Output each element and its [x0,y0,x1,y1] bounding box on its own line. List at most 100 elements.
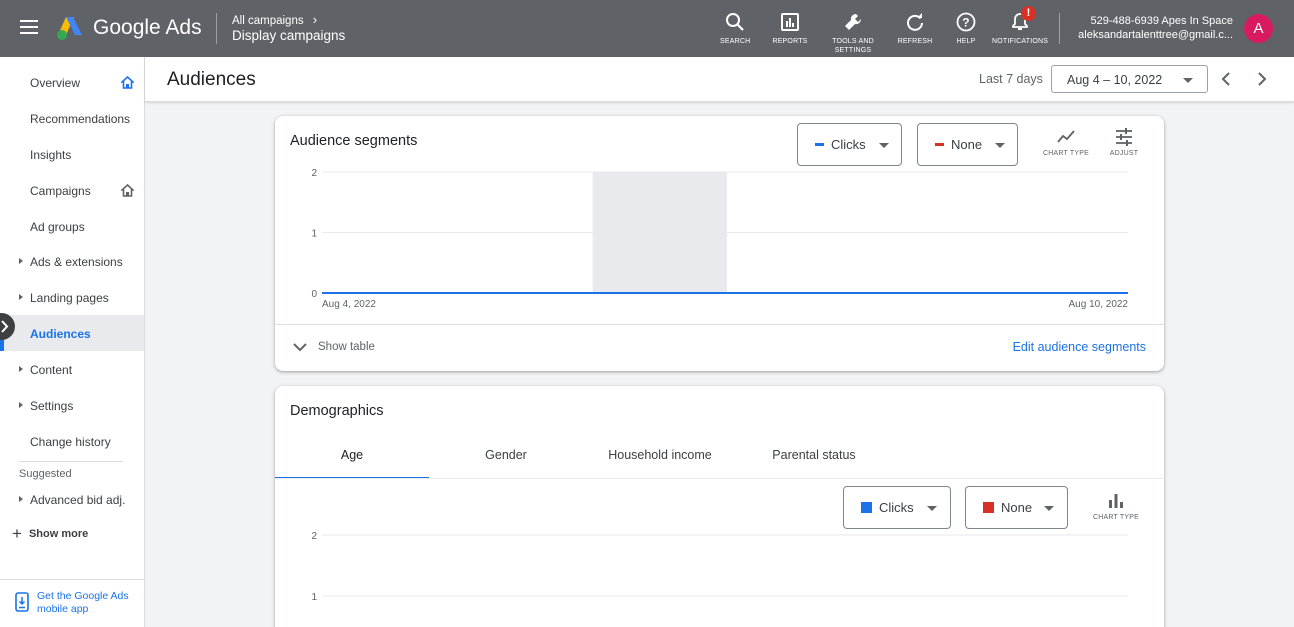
wrench-icon [845,13,862,30]
demographics-chart: 21 [311,531,1128,603]
line-chart-icon [1057,130,1075,143]
sidebar-item-advanced-bid-adj[interactable]: Advanced bid adj. [0,481,144,517]
brand-divider [216,13,217,44]
reports-icon [781,13,799,31]
y-tick-label: 1 [311,592,317,603]
metric-selector-2[interactable]: None [917,123,1018,166]
date-range-picker[interactable]: Aug 4 – 10, 2022 [1051,65,1208,93]
mobile-phone-icon [15,592,29,612]
dropdown-caret-icon [927,506,937,511]
help-tool-label: HELP [956,38,976,45]
chart-type-button[interactable]: CHART TYPE [1041,128,1091,157]
google-ads-logo [57,17,82,40]
chart-type-label: CHART TYPE [1093,514,1139,521]
show-more-button[interactable]: + Show more [12,524,88,544]
dropdown-caret-icon [1183,78,1193,83]
chevron-down-icon[interactable] [292,341,308,353]
tools-settings-label-line2: SETTINGS [834,47,872,54]
adjust-label: ADJUST [1109,150,1139,157]
audience-segments-card: Audience segments Clicks None CHART TYPE… [275,116,1164,371]
chevron-right-icon[interactable] [1255,71,1269,87]
refresh-tool[interactable]: REFRESH [897,12,933,46]
metric-label: None [951,137,983,152]
expand-caret-icon [19,496,23,502]
refresh-icon [907,13,923,31]
sidebar-item-label: Ad groups [30,220,85,234]
breadcrumb-parent[interactable]: All campaigns › [232,12,317,27]
metric-label: Clicks [831,137,866,152]
search-icon [726,13,744,31]
sidebar-item-change-history[interactable]: Change history [0,423,144,459]
tabs-divider [275,478,1164,479]
metric-selector-2[interactable]: None [965,486,1068,529]
sidebar-item-landing-pages[interactable]: Landing pages [0,279,144,315]
sidebar-item-label: Ads & extensions [30,255,123,269]
metric-color-swatch [935,143,944,146]
account-name[interactable]: 529-488-6939 Apes In Space [1090,15,1233,27]
tab-parental-status[interactable]: Parental status [737,448,891,479]
search-tool-label: SEARCH [720,38,751,45]
chart-type-button[interactable]: CHART TYPE [1091,492,1141,521]
sidebar-item-insights[interactable]: Insights [0,136,144,172]
top-bar: Google Ads All campaigns › Display campa… [0,0,1294,57]
svg-text:?: ? [962,16,970,30]
expand-caret-icon [19,258,23,264]
sidebar-item-recommendations[interactable]: Recommendations [0,100,144,136]
date-range-value: Aug 4 – 10, 2022 [1067,73,1163,87]
tab-gender[interactable]: Gender [429,448,583,479]
metric-selector-1[interactable]: Clicks [797,123,902,166]
card-title: Demographics [290,403,384,419]
mobile-app-link[interactable]: Get the Google Ads mobile app [37,590,132,616]
metric-label: Clicks [879,500,914,515]
sidebar: Overview Recommendations Insights Campai… [0,57,145,627]
reports-tool[interactable]: REPORTS [772,12,808,46]
refresh-tool-label: REFRESH [897,38,933,45]
sidebar-item-campaigns[interactable]: Campaigns [0,172,144,208]
account-email[interactable]: aleksandartalenttree@gmail.c... [1078,29,1233,41]
home-icon [121,184,134,197]
audience-segments-chart: 2 1 0 Aug 4, 2022 Aug 10, 2022 [311,168,1129,310]
collapse-sidebar-button[interactable] [0,313,15,340]
breadcrumb-current[interactable]: Display campaigns [232,28,345,43]
brand-name: Google Ads [93,16,202,39]
show-table-button[interactable]: Show table [318,341,375,353]
sidebar-item-label: Recommendations [30,112,131,126]
card-divider [275,324,1164,325]
menu-icon[interactable] [20,20,38,34]
date-range-label: Last 7 days [979,72,1043,86]
sidebar-item-label: Audiences [30,327,91,341]
metric-color-swatch [983,502,994,513]
dropdown-caret-icon [995,143,1005,148]
dropdown-caret-icon [1044,506,1054,511]
metric-label: None [1001,500,1033,515]
chevron-left-icon[interactable] [1219,71,1233,87]
sidebar-item-label: Settings [30,399,74,413]
adjust-button[interactable]: ADJUST [1106,128,1142,157]
suggested-heading: Suggested [19,468,72,480]
home-icon [121,76,134,89]
sidebar-item-audiences[interactable]: Audiences [0,315,144,351]
tune-icon [1116,128,1132,146]
sidebar-item-ad-groups[interactable]: Ad groups [0,208,144,244]
edit-audience-segments-link[interactable]: Edit audience segments [1013,340,1146,354]
avatar[interactable]: A [1244,14,1273,43]
sidebar-item-label: Overview [30,76,81,90]
sidebar-item-settings[interactable]: Settings [0,387,144,423]
tab-household-income[interactable]: Household income [583,448,737,479]
expand-caret-icon [19,402,23,408]
sidebar-item-ads-extensions[interactable]: Ads & extensions [0,243,144,279]
metric-selector-1[interactable]: Clicks [843,486,951,529]
help-tool[interactable]: ? HELP [952,12,980,46]
expand-caret-icon [19,294,23,300]
page-header: Audiences Last 7 days Aug 4 – 10, 2022 [145,57,1294,102]
x-tick-label: Aug 4, 2022 [322,299,376,310]
tab-age[interactable]: Age [275,448,429,479]
sidebar-item-overview[interactable]: Overview [0,64,144,100]
tools-settings-tool[interactable]: TOOLS AND SETTINGS [830,12,876,55]
card-title: Audience segments [290,133,418,149]
suggested-divider [19,461,123,462]
search-tool[interactable]: SEARCH [720,12,750,46]
x-tick-label: Aug 10, 2022 [1069,299,1129,310]
notifications-tool[interactable]: NOTIFICATIONS ! [992,6,1048,46]
sidebar-item-content[interactable]: Content [0,351,144,387]
